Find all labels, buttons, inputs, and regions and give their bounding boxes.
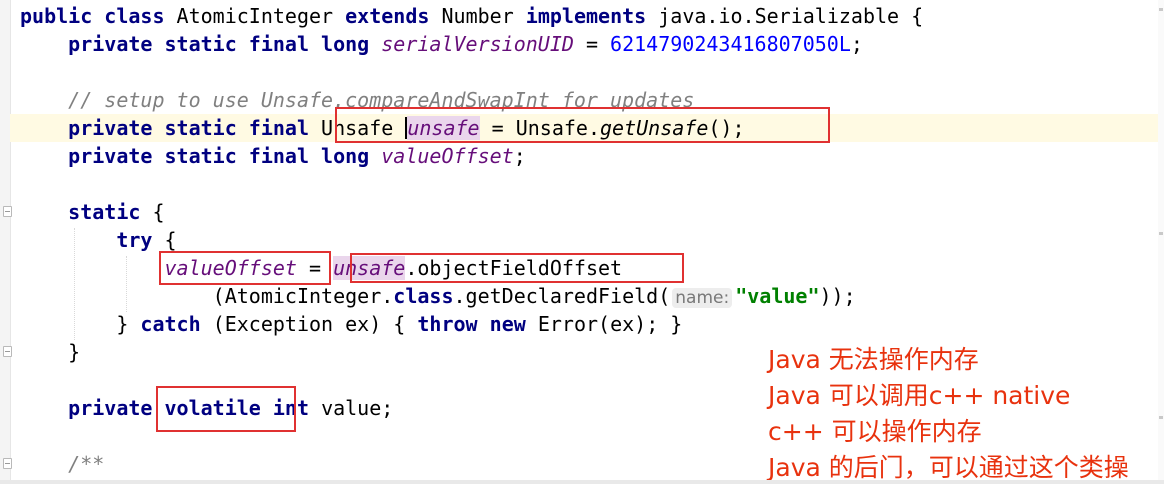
token-keyword: static [68,200,141,224]
annotation-line: Java 无法操作内存 [768,345,979,374]
annotation-line: Java 可以调用c++ native [768,381,1071,410]
token-punct: ; [513,144,526,168]
token-keyword: private [68,396,153,420]
token-expression: Error(ex); } [537,312,683,336]
token-field: valueOffset [381,144,514,168]
fold-marker-icon[interactable] [3,458,12,469]
token-keyword: private static final [68,116,309,140]
annotation-line: Java 的后门，可以通过这个类操 [768,453,1129,482]
token-punct: ; [381,396,394,420]
token-field: value [321,396,382,420]
token-field: serialVersionUID [381,32,574,56]
fold-marker-icon[interactable] [3,346,12,357]
token-string: "value" [735,284,820,308]
editor-scroll-markers[interactable] [1158,0,1164,484]
token-operator: = [585,32,598,56]
token-keyword: private static final long [68,144,370,168]
token-keyword: new [489,312,526,336]
code-line-1[interactable]: public class AtomicInteger extends Numbe… [20,2,923,30]
token-keyword: class [393,284,454,308]
token-keyword: extends [345,4,430,28]
token-method: .getDeclaredField( [453,284,671,308]
token-type: java.io.Serializable { [658,4,924,28]
token-keyword: throw [417,312,478,336]
editor-gutter [0,0,12,484]
token-punct: )); [819,284,856,308]
code-line-11[interactable]: (AtomicInteger.class.getDeclaredField(na… [20,282,856,310]
token-keyword: private static final long [68,32,370,56]
code-line-17[interactable]: /** [20,450,104,478]
token-brace: } [116,312,141,336]
highlight-box-objectfieldoffset [350,253,684,283]
token-keyword: implements [525,4,647,28]
token-brace: } [68,340,81,364]
highlight-box-volatile [156,386,296,432]
token-keyword: try [116,228,153,252]
token-expression: (Exception ex) { [212,312,418,336]
fold-marker-icon[interactable] [3,206,12,217]
horizontal-scrollbar[interactable] [0,480,1164,484]
token-class-name: AtomicInteger [176,4,334,28]
code-line-13[interactable]: } [20,338,80,366]
token-expression: (AtomicInteger. [212,284,394,308]
code-editor[interactable]: public class AtomicInteger extends Numbe… [0,0,1164,484]
annotation-line: c++ 可以操作内存 [768,417,982,446]
token-punct: ; [850,32,863,56]
token-type: Number [441,4,514,28]
code-line-9[interactable]: try { [20,226,177,254]
code-line-12[interactable]: } catch (Exception ex) { throw new Error… [20,310,682,338]
highlight-box-valueoffset [159,251,331,285]
token-keyword: public class [20,4,165,28]
code-line-6[interactable]: private static final long valueOffset; [20,142,526,170]
highlight-box-unsafe-decl [335,107,830,143]
code-line-8[interactable]: static { [20,198,165,226]
parameter-hint: name: [672,288,733,308]
token-comment: /** [68,452,105,476]
token-brace: { [164,228,177,252]
token-brace: { [152,200,165,224]
token-number: 6214790243416807050L [610,32,851,56]
token-keyword: catch [140,312,201,336]
code-line-2[interactable]: private static final long serialVersionU… [20,30,863,58]
